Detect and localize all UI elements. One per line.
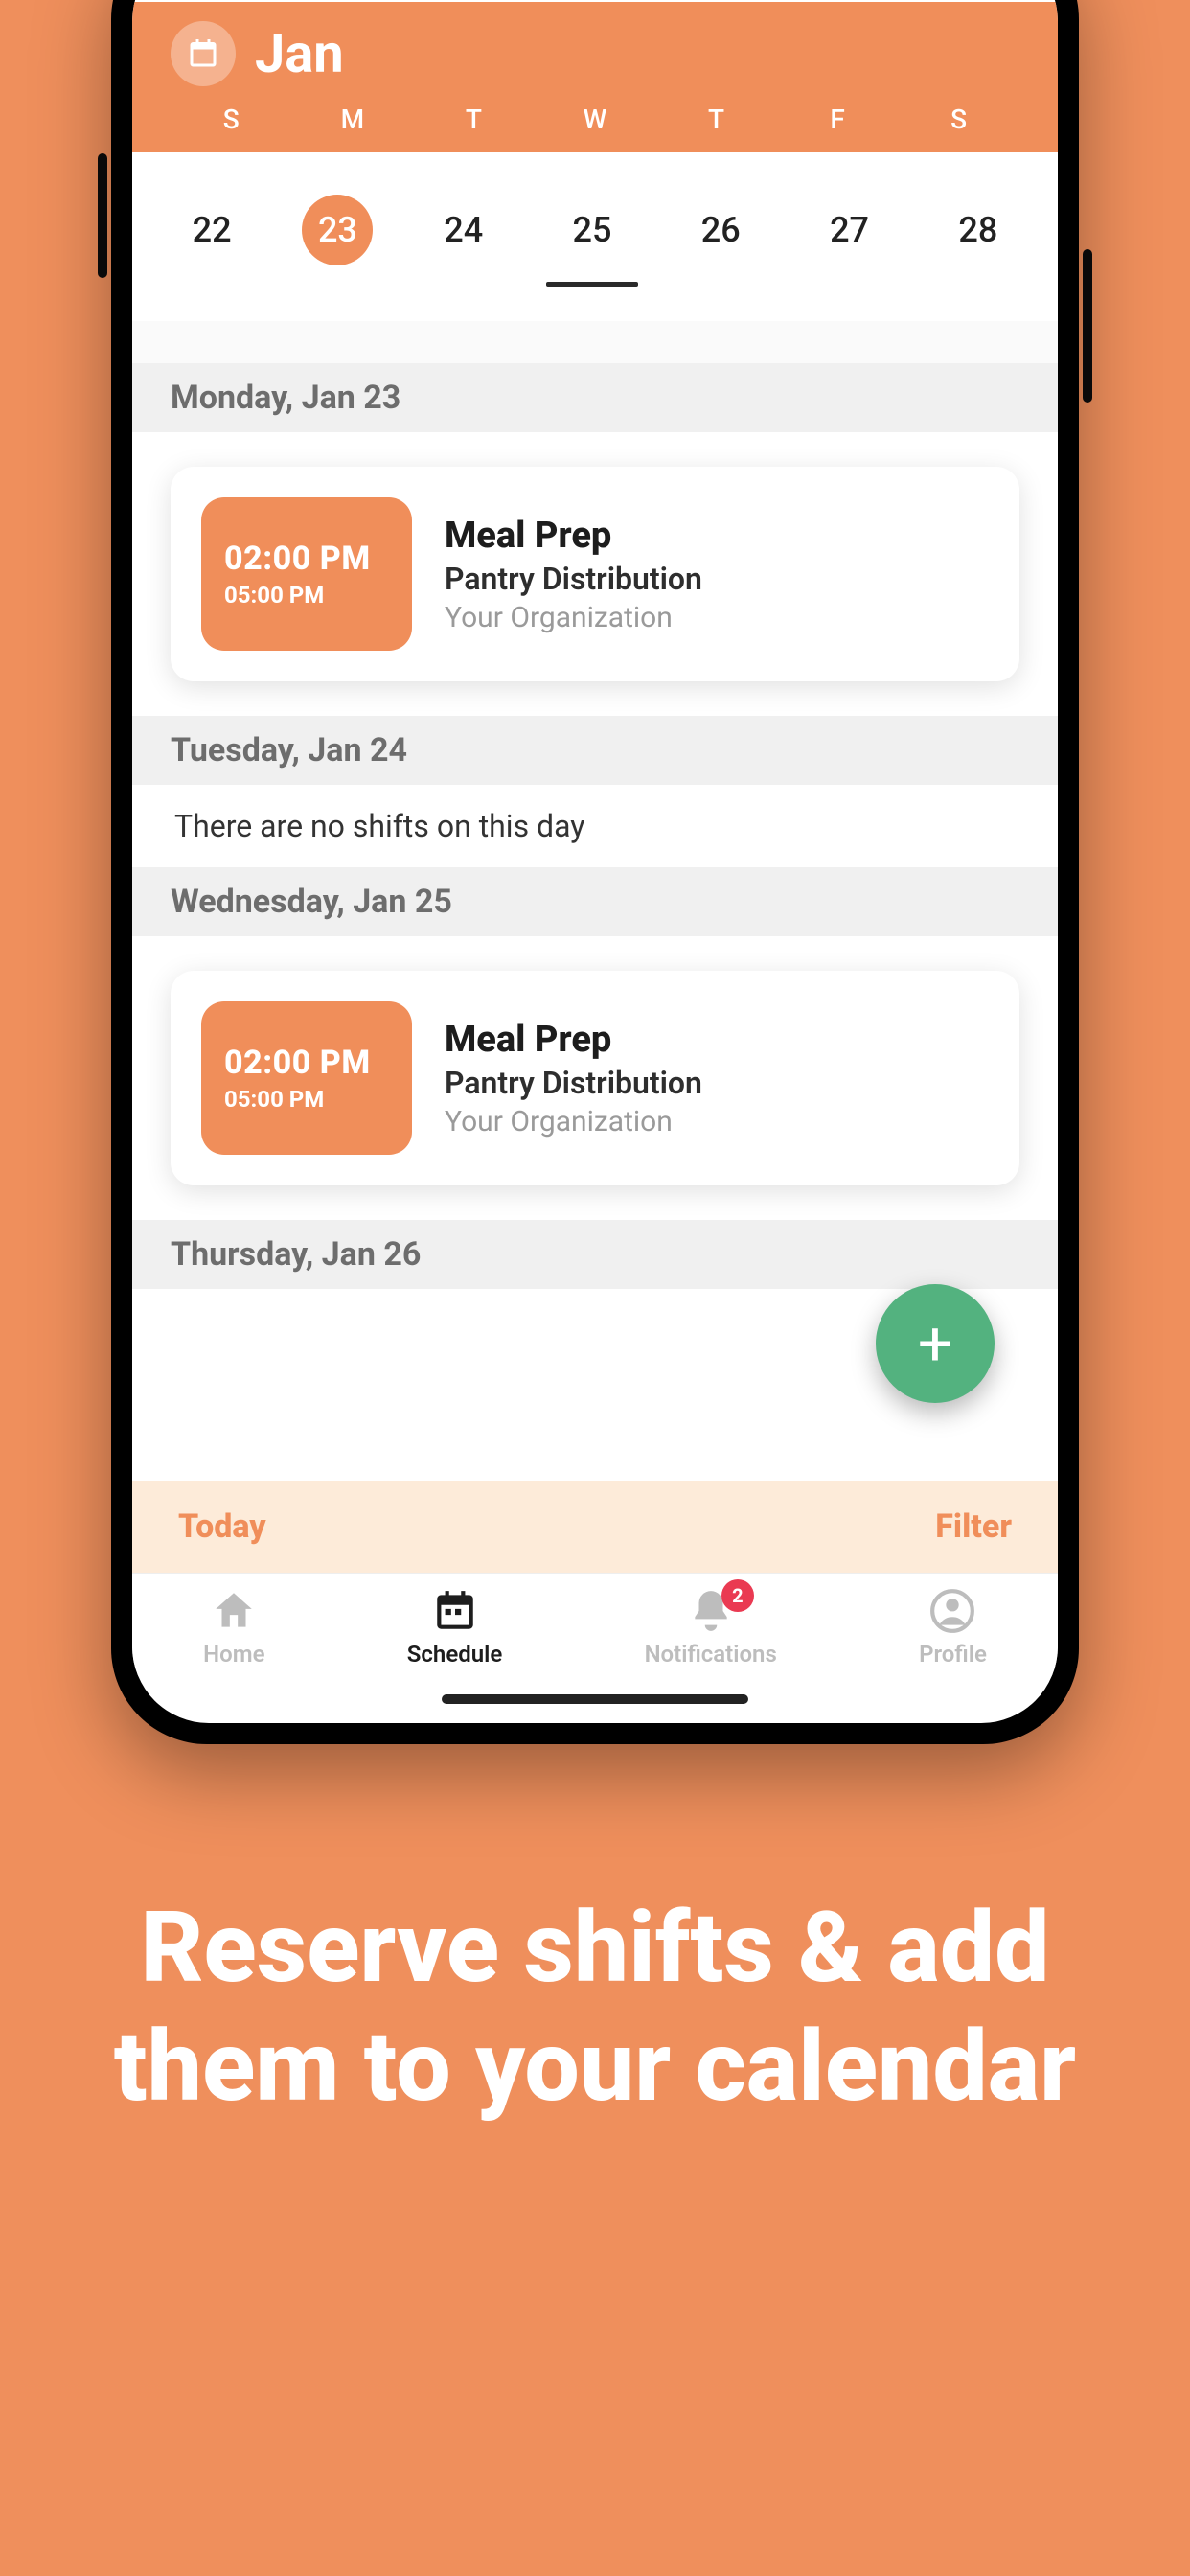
date-24[interactable]: 24 (425, 210, 502, 250)
date-27[interactable]: 27 (812, 210, 888, 250)
tab-schedule[interactable]: Schedule (407, 1587, 503, 1668)
dow-f: F (809, 104, 866, 135)
date-row: 22 23 24 25 26 27 28 (132, 152, 1058, 321)
date-23[interactable]: 23 (302, 195, 373, 265)
calendar-icon (431, 1587, 479, 1635)
calendar-header: Jan S M T W T F S (132, 2, 1058, 152)
today-button[interactable]: Today (178, 1507, 266, 1546)
profile-icon (928, 1587, 976, 1635)
tab-notifications[interactable]: 2 Notifications (645, 1587, 777, 1668)
calendar-month-icon[interactable] (171, 21, 236, 86)
day-header: Tuesday, Jan 24 (132, 716, 1058, 785)
shift-card[interactable]: 02:00 PM 05:00 PM Meal Prep Pantry Distr… (171, 971, 1019, 1185)
shift-end: 05:00 PM (224, 1086, 324, 1113)
shift-end: 05:00 PM (224, 582, 324, 609)
tab-profile[interactable]: Profile (919, 1587, 987, 1668)
shift-title: Meal Prep (445, 515, 702, 557)
notification-badge: 2 (721, 1579, 754, 1612)
date-28[interactable]: 28 (940, 210, 1017, 250)
date-25[interactable]: 25 (554, 210, 630, 250)
month-label: Jan (255, 22, 344, 85)
shift-subtitle: Pantry Distribution (445, 561, 702, 597)
shift-org: Your Organization (445, 1105, 702, 1138)
plus-icon: + (918, 1308, 952, 1380)
day-header: Wednesday, Jan 25 (132, 867, 1058, 936)
marketing-headline: Reserve shifts & add them to your calend… (0, 1888, 1190, 2127)
tab-label: Profile (919, 1641, 987, 1668)
tab-bar: Home Schedule 2 Notifications Profile (132, 1573, 1058, 1675)
date-26[interactable]: 26 (682, 210, 759, 250)
tab-label: Notifications (645, 1641, 777, 1668)
shift-time-box: 02:00 PM 05:00 PM (201, 497, 412, 651)
shift-time-box: 02:00 PM 05:00 PM (201, 1001, 412, 1155)
dow-m: M (324, 104, 381, 135)
add-shift-fab[interactable]: + (876, 1284, 995, 1403)
home-indicator[interactable] (132, 1675, 1058, 1723)
shift-start: 02:00 PM (224, 1044, 371, 1082)
date-22[interactable]: 22 (173, 210, 250, 250)
app-screen: Schedule Jan S M T W T F S 2 (132, 0, 1058, 1723)
home-icon (210, 1587, 258, 1635)
shift-org: Your Organization (445, 601, 702, 634)
shift-subtitle: Pantry Distribution (445, 1065, 702, 1101)
day-header: Monday, Jan 23 (132, 363, 1058, 432)
dow-s2: S (930, 104, 988, 135)
calendar-icon (186, 36, 220, 71)
shift-start: 02:00 PM (224, 540, 371, 578)
dow-t2: T (688, 104, 745, 135)
phone-frame: Schedule Jan S M T W T F S 2 (111, 0, 1079, 1744)
empty-day-text: There are no shifts on this day (132, 785, 1058, 867)
action-bar: Today Filter (132, 1481, 1058, 1573)
dow-s: S (202, 104, 260, 135)
shift-card[interactable]: 02:00 PM 05:00 PM Meal Prep Pantry Distr… (171, 467, 1019, 681)
day-header: Thursday, Jan 26 (132, 1220, 1058, 1289)
shift-info: Meal Prep Pantry Distribution Your Organ… (445, 1019, 702, 1138)
spacer (132, 321, 1058, 363)
shift-title: Meal Prep (445, 1019, 702, 1061)
tab-label: Schedule (407, 1641, 503, 1668)
shift-info: Meal Prep Pantry Distribution Your Organ… (445, 515, 702, 634)
tab-home[interactable]: Home (203, 1587, 264, 1668)
filter-button[interactable]: Filter (935, 1507, 1012, 1546)
tab-label: Home (203, 1641, 264, 1668)
dow-t: T (445, 104, 502, 135)
weekday-row: S M T W T F S (171, 104, 1019, 135)
dow-w: W (566, 104, 624, 135)
